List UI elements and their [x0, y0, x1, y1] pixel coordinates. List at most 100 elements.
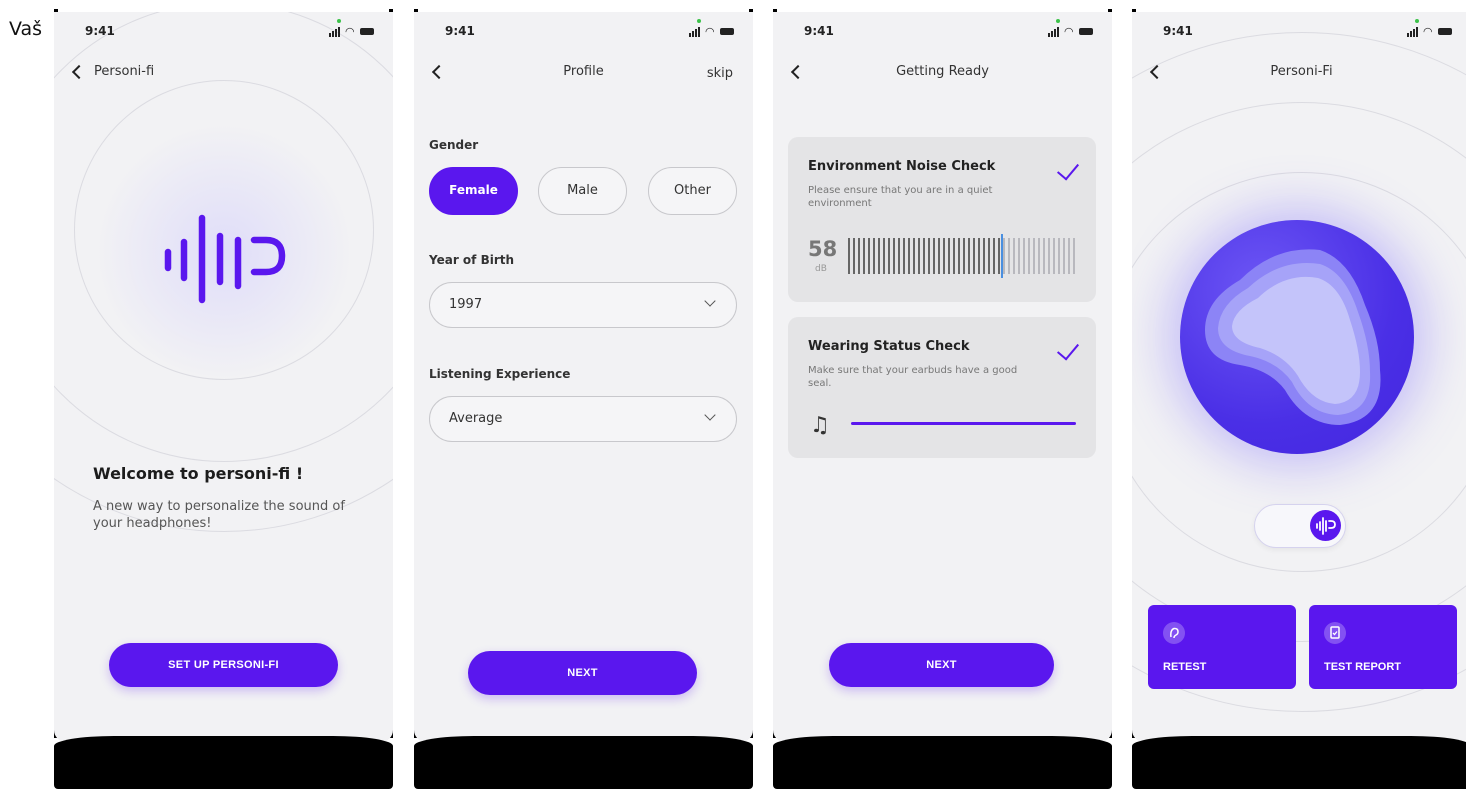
retest-label: RETEST	[1163, 661, 1207, 673]
meter-bar	[993, 238, 995, 274]
meter-bar	[1068, 238, 1070, 274]
gender-option-other[interactable]: Other	[648, 167, 737, 215]
status-icons: ◠	[329, 19, 375, 39]
welcome-heading: Welcome to personi-fi !	[93, 464, 304, 483]
nav-title: Getting Ready	[896, 64, 989, 79]
meter-bar	[888, 238, 890, 274]
meter-bar	[928, 238, 930, 274]
personifi-logo-icon	[164, 214, 286, 304]
meter-bar	[973, 238, 975, 274]
meter-bar	[903, 238, 905, 274]
phone-profile: 9:41 ◠ Profile skip Gender Female Male O…	[414, 9, 753, 789]
chevron-down-icon	[704, 295, 716, 307]
meter-bar	[863, 238, 865, 274]
meter-bar	[953, 238, 955, 274]
meter-bar	[848, 238, 850, 274]
report-icon	[1324, 622, 1346, 644]
ear-icon	[1163, 622, 1185, 644]
chevron-down-icon	[704, 409, 716, 421]
year-label: Year of Birth	[429, 253, 515, 267]
meter-bar	[868, 238, 870, 274]
wifi-icon: ◠	[1423, 25, 1433, 38]
listening-select[interactable]: Average	[429, 396, 737, 442]
meter-bar	[983, 238, 985, 274]
wifi-icon: ◠	[345, 25, 355, 38]
profile-screen: 9:41 ◠ Profile skip Gender Female Male O…	[414, 12, 753, 742]
meter-bar	[1038, 238, 1040, 274]
welcome-screen: 9:41 ◠ Personi-fi Welcome to personi-fi …	[54, 12, 393, 742]
gender-option-male[interactable]: Male	[538, 167, 627, 215]
wearing-progress-line	[851, 422, 1076, 425]
meter-bar	[1043, 238, 1045, 274]
meter-bar	[923, 238, 925, 274]
noise-level-value: 58	[808, 237, 838, 261]
listening-label: Listening Experience	[429, 367, 571, 381]
battery-icon	[720, 28, 734, 35]
noise-meter	[848, 234, 1078, 278]
check-icon	[1056, 157, 1080, 181]
meter-bar	[1003, 238, 1005, 274]
meter-bar	[933, 238, 935, 274]
meter-bar	[943, 238, 945, 274]
meter-bar	[918, 238, 920, 274]
battery-icon	[360, 28, 374, 35]
noise-level-unit: dB	[815, 264, 827, 274]
noise-check-card: Environment Noise Check Please ensure th…	[788, 137, 1096, 302]
status-time: 9:41	[804, 24, 834, 38]
next-button[interactable]: NEXT	[468, 651, 697, 695]
meter-bar	[1063, 238, 1065, 274]
gender-option-female[interactable]: Female	[429, 167, 518, 215]
meter-bar	[948, 238, 950, 274]
welcome-subtitle: A new way to personalize the sound of yo…	[93, 499, 345, 531]
test-report-button[interactable]: TEST REPORT	[1309, 605, 1457, 689]
meter-bar	[1048, 238, 1050, 274]
status-bar: 9:41 ◠	[54, 12, 393, 52]
setup-button[interactable]: SET UP PERSONI-FI	[109, 643, 338, 687]
noise-check-title: Environment Noise Check	[808, 159, 996, 174]
enhancement-toggle[interactable]	[1254, 504, 1346, 548]
meter-bar	[963, 238, 965, 274]
toggle-knob	[1310, 510, 1341, 541]
gender-label: Gender	[429, 138, 479, 152]
battery-icon	[1079, 28, 1093, 35]
meter-bar	[1008, 238, 1010, 274]
partial-caption-text: Vaš	[9, 18, 43, 40]
meter-bar	[893, 238, 895, 274]
meter-bar	[1073, 238, 1075, 274]
check-icon	[1056, 337, 1080, 361]
meter-bar	[1053, 238, 1055, 274]
status-time: 9:41	[445, 24, 475, 38]
next-button[interactable]: NEXT	[829, 643, 1054, 687]
meter-bar	[958, 238, 960, 274]
meter-level-marker	[1001, 234, 1003, 278]
back-button[interactable]	[68, 62, 88, 84]
meter-bar	[908, 238, 910, 274]
music-note-icon: ♫	[810, 413, 830, 438]
personifi-logo-icon	[1316, 517, 1336, 535]
result-screen: 9:41 ◠ Personi-Fi RETEST TEST REPORT	[1132, 12, 1466, 742]
battery-icon	[1438, 28, 1452, 35]
year-select[interactable]: 1997	[429, 282, 737, 328]
wifi-icon: ◠	[1064, 25, 1074, 38]
status-icons: ◠	[1048, 19, 1094, 39]
meter-bar	[968, 238, 970, 274]
sound-profile-orb	[1180, 220, 1414, 454]
meter-bar	[938, 238, 940, 274]
wearing-check-title: Wearing Status Check	[808, 339, 970, 354]
getting-ready-screen: 9:41 ◠ Getting Ready Environment Noise C…	[773, 12, 1112, 742]
skip-link[interactable]: skip	[707, 66, 733, 81]
meter-bar	[858, 238, 860, 274]
year-value: 1997	[449, 297, 483, 312]
meter-bar	[998, 238, 1000, 274]
meter-bar	[1023, 238, 1025, 274]
test-report-label: TEST REPORT	[1324, 661, 1402, 673]
phone-welcome: 9:41 ◠ Personi-fi Welcome to personi-fi …	[54, 9, 393, 789]
meter-bar	[1018, 238, 1020, 274]
meter-bar	[1013, 238, 1015, 274]
noise-check-description: Please ensure that you are in a quiet en…	[808, 185, 993, 209]
meter-bar	[878, 238, 880, 274]
meter-bar	[1033, 238, 1035, 274]
wearing-check-description: Make sure that your earbuds have a good …	[808, 365, 1018, 389]
wearing-check-card: Wearing Status Check Make sure that your…	[788, 317, 1096, 458]
retest-button[interactable]: RETEST	[1148, 605, 1296, 689]
